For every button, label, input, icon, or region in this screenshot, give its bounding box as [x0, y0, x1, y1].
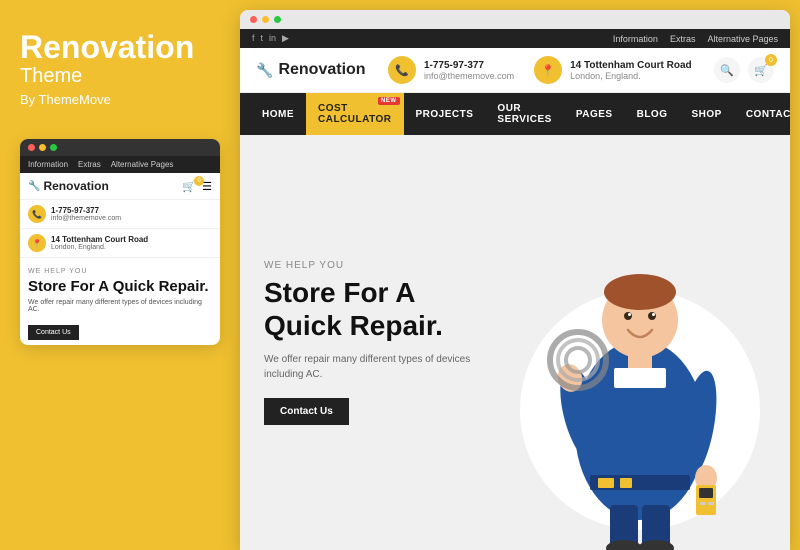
nav-cost-calculator[interactable]: COST CALCULATOR NEW — [306, 93, 404, 135]
facebook-icon[interactable]: f — [252, 33, 255, 44]
browser-minimize-dot[interactable] — [262, 16, 269, 23]
theme-name: Renovation — [20, 30, 220, 65]
mobile-email: info@thememove.com — [51, 215, 121, 222]
hero-title-line1: Store For A — [264, 277, 415, 308]
top-nav-links: Information Extras Alternative Pages — [613, 34, 778, 44]
hero-image-area — [520, 135, 790, 550]
location-icon: 📍 — [534, 56, 562, 84]
top-nav-extras[interactable]: Extras — [670, 34, 696, 44]
maximize-dot — [50, 144, 57, 151]
mobile-topbar — [20, 139, 220, 156]
nav-shop[interactable]: SHOP — [679, 99, 733, 130]
cart-badge-mobile: 0 — [194, 176, 204, 186]
search-button[interactable]: 🔍 — [714, 57, 740, 83]
location-icon-mobile: 📍 — [28, 234, 46, 252]
mobile-we-help: WE HELP YOU — [28, 268, 212, 275]
we-help-you-label: WE HELP YOU — [264, 260, 496, 271]
hero-title: Store For A Quick Repair. — [264, 277, 496, 341]
header-contacts: 📞 1-775-97-377 info@thememove.com 📍 14 T… — [388, 56, 692, 84]
mobile-hero-title: Store For A Quick Repair. — [28, 278, 212, 295]
hero-description: We offer repair many different types of … — [264, 352, 496, 382]
cart-count-badge: 0 — [765, 54, 777, 66]
top-nav-alt-pages[interactable]: Alternative Pages — [707, 34, 778, 44]
mobile-phone-row: 📞 1-775-97-377 info@thememove.com — [20, 200, 220, 229]
phone-icon-mobile: 📞 — [28, 205, 46, 223]
mobile-nav-extras[interactable]: Extras — [78, 160, 101, 169]
hero-title-line2: Quick Repair. — [264, 310, 443, 341]
nav-our-services[interactable]: OUR SERVICES — [485, 93, 563, 135]
wrench-icon-mobile: 🔧 — [28, 181, 40, 192]
site-header: 🔧 Renovation 📞 1-775-97-377 info@thememo… — [240, 48, 790, 93]
phone-icon: 📞 — [388, 56, 416, 84]
header-address: 14 Tottenham Court Road — [570, 60, 691, 71]
nav-contact[interactable]: CONTACT — [734, 99, 790, 130]
mobile-header: 🔧 Renovation 🛒 0 ☰ — [20, 173, 220, 200]
mobile-address-sub: London, England. — [51, 244, 148, 251]
browser-close-dot[interactable] — [250, 16, 257, 23]
hero-section: WE HELP YOU Store For A Quick Repair. We… — [240, 135, 790, 550]
mobile-nav-information[interactable]: Information — [28, 160, 68, 169]
instagram-icon[interactable]: in — [269, 33, 276, 44]
mobile-cta-button[interactable]: Contact Us — [28, 325, 79, 340]
header-action-icons: 🔍 🛒 0 — [714, 57, 774, 83]
header-phone: 1-775-97-377 — [424, 60, 514, 71]
hero-content: WE HELP YOU Store For A Quick Repair. We… — [240, 135, 520, 550]
mobile-address-row: 📍 14 Tottenham Court Road London, Englan… — [20, 229, 220, 258]
left-panel: Renovation Theme By ThemeMove Informatio… — [0, 0, 240, 550]
site-logo: 🔧 Renovation — [256, 61, 366, 79]
nav-pages[interactable]: PAGES — [564, 99, 625, 130]
nav-blog[interactable]: BLOG — [625, 99, 680, 130]
worker-illustration — [510, 230, 770, 550]
contact-us-button[interactable]: Contact Us — [264, 398, 349, 425]
close-dot — [28, 144, 35, 151]
mobile-header-icons: 🛒 0 ☰ — [182, 180, 212, 193]
mobile-nav-alt-pages[interactable]: Alternative Pages — [111, 160, 174, 169]
phone-contact-item: 📞 1-775-97-377 info@thememove.com — [388, 56, 514, 84]
mobile-phone: 1-775-97-377 — [51, 206, 121, 215]
address-contact-item: 📍 14 Tottenham Court Road London, Englan… — [534, 56, 691, 84]
mobile-hero: WE HELP YOU Store For A Quick Repair. We… — [20, 258, 220, 345]
browser-mockup: f t in ▶ Information Extras Alternative … — [240, 10, 790, 550]
main-navigation: HOME COST CALCULATOR NEW PROJECTS OUR SE… — [240, 93, 790, 135]
wrench-icon: 🔧 — [256, 62, 273, 79]
nav-home[interactable]: HOME — [250, 99, 306, 130]
header-email: info@thememove.com — [424, 71, 514, 81]
twitter-icon[interactable]: t — [261, 33, 264, 44]
mobile-logo: 🔧 Renovation — [28, 179, 109, 193]
mobile-hero-desc: We offer repair many different types of … — [28, 299, 212, 313]
new-badge: NEW — [378, 97, 400, 105]
mobile-address: 14 Tottenham Court Road — [51, 235, 148, 244]
youtube-icon[interactable]: ▶ — [282, 33, 289, 44]
brand-title: Renovation Theme By ThemeMove — [20, 30, 220, 131]
header-address-sub: London, England. — [570, 71, 691, 81]
minimize-dot — [39, 144, 46, 151]
mobile-preview: Information Extras Alternative Pages 🔧 R… — [20, 139, 220, 345]
browser-maximize-dot[interactable] — [274, 16, 281, 23]
mobile-logo-text: Renovation — [43, 179, 108, 193]
mobile-nav-bar: Information Extras Alternative Pages — [20, 156, 220, 173]
browser-topbar — [240, 10, 790, 29]
theme-subtitle: Theme — [20, 65, 220, 88]
cart-button[interactable]: 🛒 0 — [748, 57, 774, 83]
browser-top-nav: f t in ▶ Information Extras Alternative … — [240, 29, 790, 48]
social-links: f t in ▶ — [252, 33, 289, 44]
theme-author: By ThemeMove — [20, 92, 220, 107]
nav-cost-calculator-label: COST CALCULATOR — [318, 103, 392, 125]
top-nav-information[interactable]: Information — [613, 34, 658, 44]
nav-projects[interactable]: PROJECTS — [404, 99, 486, 130]
site-logo-text: Renovation — [278, 61, 365, 79]
